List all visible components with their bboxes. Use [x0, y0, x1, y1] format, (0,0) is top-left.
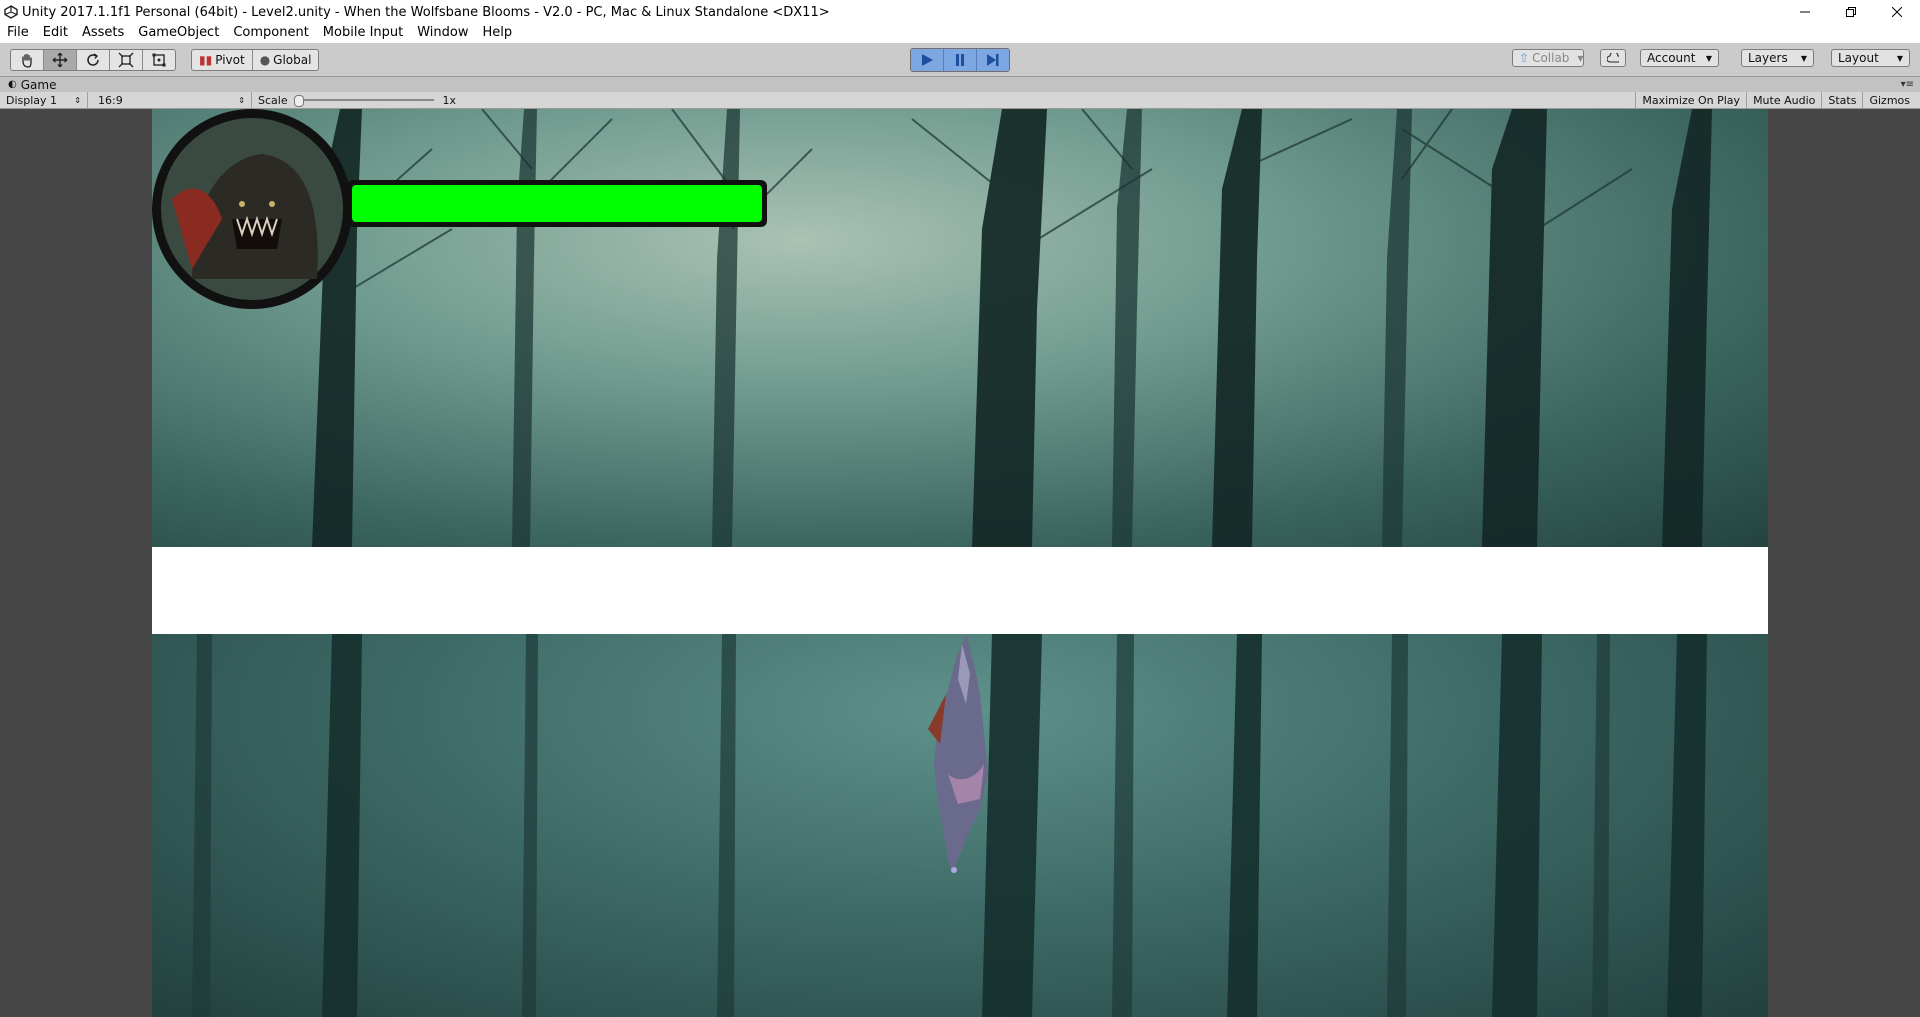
title-bar: Unity 2017.1.1f1 Personal (64bit) - Leve… [0, 0, 1920, 24]
game-tab-header: ◐ Game ▾≡ [0, 77, 1920, 92]
health-bar-fill [352, 185, 762, 222]
services-button[interactable] [1600, 49, 1626, 67]
menu-mobile-input[interactable]: Mobile Input [316, 25, 410, 40]
minimize-icon [1800, 11, 1810, 13]
global-label: Global [273, 53, 312, 67]
forest-background-bottom [152, 634, 1768, 1017]
chevron-down-icon: ▼ [1800, 53, 1807, 63]
restore-button[interactable] [1828, 0, 1874, 24]
transform-tools [10, 49, 176, 71]
pivot-icon: ▮▮ [199, 53, 213, 67]
collab-label: Collab [1532, 51, 1570, 65]
pivot-global-group: ▮▮ Pivot ● Global [191, 49, 320, 71]
rect-transform-icon [152, 53, 166, 67]
mute-audio-toggle[interactable]: Mute Audio [1746, 92, 1821, 108]
aspect-dropdown[interactable]: 16:9 ⇕ [92, 92, 252, 108]
game-viewport[interactable] [152, 109, 1768, 1017]
account-dropdown[interactable]: Account ▼ [1640, 49, 1719, 67]
display-label: Display 1 [6, 93, 58, 107]
pivot-label: Pivot [215, 53, 245, 67]
close-icon [1892, 7, 1902, 17]
tab-menu-icon[interactable]: ▾≡ [1901, 79, 1914, 90]
pause-button[interactable] [944, 49, 977, 71]
gizmos-dropdown[interactable]: Gizmos [1862, 92, 1916, 108]
display-dropdown[interactable]: Display 1 ⇕ [0, 92, 88, 108]
playback-controls [910, 48, 1010, 72]
layers-dropdown[interactable]: Layers ▼ [1741, 49, 1814, 67]
step-icon [987, 54, 999, 66]
game-view-toolbar: Display 1 ⇕ 16:9 ⇕ Scale 1x Maximize On Pl… [0, 92, 1920, 109]
globe-icon: ● [259, 53, 271, 67]
scale-value: 1x [442, 93, 456, 107]
layout-dropdown[interactable]: Layout ▼ [1831, 49, 1910, 67]
scale-icon [118, 52, 134, 68]
pivot-toggle[interactable]: ▮▮ Pivot [192, 50, 253, 70]
window-title: Unity 2017.1.1f1 Personal (64bit) - Leve… [22, 4, 830, 20]
play-button[interactable] [911, 49, 944, 71]
chevron-down-icon: ▼ [1705, 53, 1712, 63]
maximize-on-play-toggle[interactable]: Maximize On Play [1635, 92, 1746, 108]
werewolf-portrait-icon [155, 112, 349, 306]
menu-assets[interactable]: Assets [75, 25, 131, 40]
menu-bar: File Edit Assets GameObject Component Mo… [0, 22, 1920, 43]
cloud-up-icon: ⇧ [1519, 51, 1530, 65]
stats-toggle[interactable]: Stats [1821, 92, 1862, 108]
white-band [152, 547, 1768, 634]
hand-tool-button[interactable] [11, 50, 44, 70]
hand-icon [22, 53, 32, 68]
updown-icon: ⇕ [74, 95, 81, 105]
rotate-icon [87, 53, 99, 66]
pause-icon [956, 54, 964, 66]
chevron-down-icon: ▼ [1577, 53, 1584, 63]
move-tool-button[interactable] [44, 50, 77, 70]
restore-icon [1846, 7, 1856, 17]
tree-silhouettes-top [271, 109, 1712, 547]
rect-tool-button[interactable] [143, 50, 175, 70]
scale-tool-button[interactable] [110, 50, 143, 70]
menu-help[interactable]: Help [476, 25, 520, 40]
chevron-down-icon: ▼ [1896, 53, 1903, 63]
updown-icon: ⇕ [238, 95, 245, 105]
menu-file[interactable]: File [0, 25, 36, 40]
game-tab[interactable]: ◐ Game [8, 78, 56, 92]
play-icon [922, 54, 933, 66]
rotate-tool-button[interactable] [77, 50, 110, 70]
minimize-button[interactable] [1782, 0, 1828, 24]
layout-label: Layout [1838, 51, 1879, 65]
forest-background-top [152, 109, 1768, 547]
account-label: Account [1647, 51, 1696, 65]
menu-component[interactable]: Component [226, 25, 315, 40]
scale-slider[interactable] [293, 95, 435, 107]
main-toolbar: ▮▮ Pivot ● Global ⇧ Collab ▼ Account ▼ Layers… [0, 43, 1920, 77]
menu-edit[interactable]: Edit [36, 25, 75, 40]
step-button[interactable] [977, 49, 1009, 71]
global-toggle[interactable]: ● Global [253, 50, 319, 70]
scale-label: Scale [258, 93, 288, 107]
menu-gameobject[interactable]: GameObject [131, 25, 226, 40]
move-icon [52, 52, 68, 68]
cloud-icon [1607, 53, 1619, 63]
collab-button[interactable]: ⇧ Collab ▼ [1512, 49, 1584, 67]
close-button[interactable] [1874, 0, 1920, 24]
layers-label: Layers [1748, 51, 1788, 65]
scale-slider-thumb[interactable] [293, 95, 304, 107]
game-tab-label: Game [20, 77, 57, 92]
game-controller-icon: ◐ [8, 79, 17, 90]
werewolf-character-icon [928, 634, 988, 874]
aspect-label: 16:9 [98, 93, 123, 107]
unity-logo-icon [4, 5, 18, 19]
menu-window[interactable]: Window [410, 25, 475, 40]
health-bar [347, 180, 767, 227]
player-portrait [152, 109, 352, 309]
scale-control: Scale 1x [252, 92, 462, 108]
